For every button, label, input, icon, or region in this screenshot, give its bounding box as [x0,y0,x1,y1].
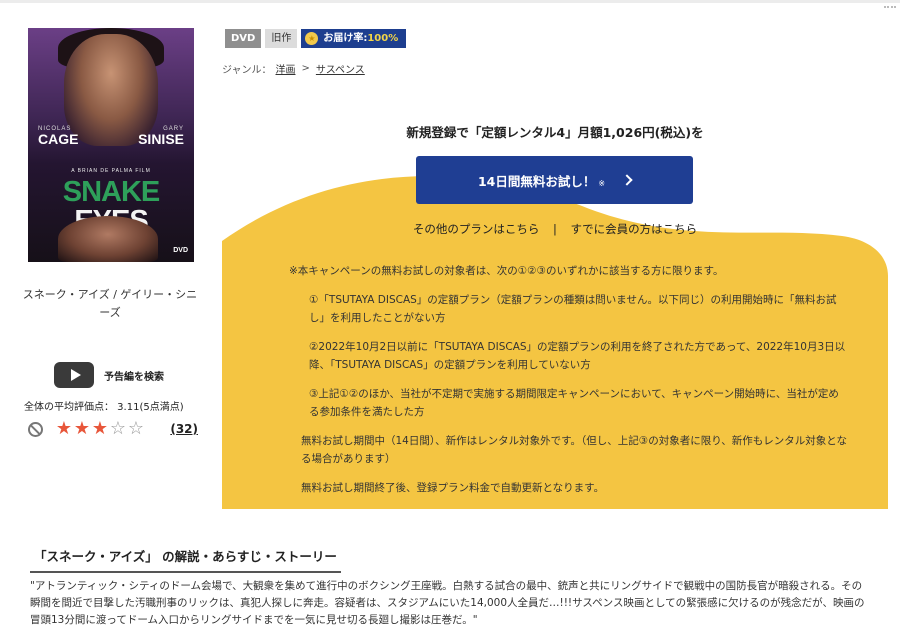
chevron-right-icon [621,174,633,186]
genre-breadcrumb: ジャンル： 洋画 > サスペンス [222,61,369,76]
catalog-badge: 旧作 [265,29,298,48]
terms-condition-2: ②2022年10月2日以前に「TSUTAYA DISCAS」の定額プランの利用を… [309,341,846,371]
plan-links: その他のプランはこちら | すでに会員の方はこちら [222,221,888,237]
member-login-link[interactable]: すでに会員の方はこちら [571,222,698,236]
delivery-rate-value: 100% [367,33,399,44]
synopsis-heading: 「スネーク・アイズ」 の解説・あらすじ・ストーリー [30,546,341,573]
star-icon[interactable]: ☆ [127,420,145,438]
genre-link-suspense[interactable]: サスペンス [316,61,365,76]
trailer-search-label: 予告編を検索 [104,371,164,383]
free-trial-button[interactable]: 14日間無料お試し！ ※ [416,156,693,204]
terms-condition-3: ③上記①②のほか、当社が不定期で実施する期間限定キャンペーンにおいて、キャンペー… [309,388,839,418]
star-icon[interactable]: ★ [55,420,73,438]
breadcrumb-separator: > [301,63,310,74]
top-border [0,0,900,3]
poster-actor-1: NICOLAS CAGE [38,126,78,146]
rating-row: ★ ★ ★ ☆ ☆ (32) [28,420,198,438]
free-trial-label: 14日間無料お試し！ [477,173,596,189]
campaign-headline: 新規登録で「定額レンタル4」月額1,026円(税込)を [406,125,704,140]
campaign-terms: ※本キャンペーンの無料お試しの対象者は、次の①②③のいずれかに該当する方に限りま… [289,262,849,508]
trailer-search-button[interactable]: 予告編を検索 [54,362,164,388]
star-rating[interactable]: ★ ★ ★ ☆ ☆ [55,420,145,438]
poster-actor-1-last: CAGE [38,131,79,147]
not-interested-icon[interactable] [28,421,43,437]
star-icon[interactable]: ★ [91,420,109,438]
poster-title-part-1: SNAKE [62,176,161,208]
genre-link-western[interactable]: 洋画 [276,61,296,76]
terms-note-new-release: 無料お試し期間中（14日間）、新作はレンタル対象外です。（但し、上記③の対象者に… [301,435,847,465]
poster-director: A BRIAN DE PALMA FILM [71,168,151,174]
terms-note-auto-renew: 無料お試し期間終了後、登録プラン料金で自動更新となります。 [301,482,605,494]
link-divider: | [553,222,557,236]
dvd-cover-image[interactable]: NICOLAS CAGE GARY SINISE A BRIAN DE PALM… [28,28,194,262]
terms-condition-1: ①「TSUTAYA DISCAS」の定額プラン（定額プランの種類は問いません。以… [309,294,837,324]
product-badges: DVD 旧作 ★ お届け率: 100% [225,29,410,48]
delivery-rate-badge: ★ お届け率: 100% [301,29,407,48]
poster-dvd-logo: DVD [173,247,188,254]
medal-icon: ★ [305,32,319,45]
genre-label: ジャンル： [222,65,272,76]
corner-dots [884,0,896,8]
free-trial-note: ※ [598,178,606,188]
synopsis-text: "アトランティック・シティのドーム会場で、大観衆を集めて進行中のボクシング王座戦… [30,580,865,626]
poster-actor-2-last: SINISE [138,131,184,147]
play-video-icon [54,362,94,388]
star-icon[interactable]: ★ [73,420,91,438]
item-title: スネーク・アイズ / ゲイリー・シニーズ [22,288,198,319]
poster-actor-2: GARY SINISE [138,126,184,146]
poster-cast: NICOLAS CAGE GARY SINISE [38,126,184,146]
terms-lead: ※本キャンペーンの無料お試しの対象者は、次の①②③のいずれかに該当する方に限りま… [289,265,724,277]
average-rating-text: 全体の平均評価点： 3.11(5点満点) [24,402,184,413]
star-icon[interactable]: ☆ [109,420,127,438]
poster-hands [58,216,158,262]
review-count-link[interactable]: (32) [170,422,198,436]
other-plans-link[interactable]: その他のプランはこちら [413,222,540,236]
format-badge: DVD [225,29,262,48]
delivery-rate-label: お届け率: [323,33,368,44]
